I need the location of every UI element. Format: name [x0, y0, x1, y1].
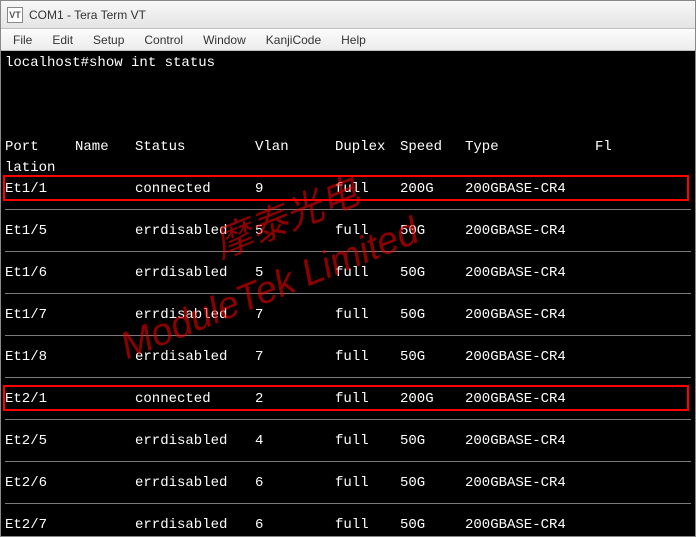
- row-separator: [5, 368, 691, 389]
- menu-help[interactable]: Help: [333, 31, 374, 49]
- table-row: Et2/1connected2full200G200GBASE-CR4: [5, 389, 691, 410]
- terminal-window: VT COM1 - Tera Term VT File Edit Setup C…: [0, 0, 696, 537]
- menubar: File Edit Setup Control Window KanjiCode…: [1, 29, 695, 51]
- titlebar[interactable]: VT COM1 - Tera Term VT: [1, 1, 695, 29]
- row-separator: [5, 200, 691, 221]
- table-row: Et2/6errdisabled6full50G200GBASE-CR4: [5, 473, 691, 494]
- menu-control[interactable]: Control: [136, 31, 191, 49]
- window-title: COM1 - Tera Term VT: [29, 8, 146, 22]
- terminal-header: PortNameStatusVlanDuplexSpeedTypeFl: [5, 137, 691, 158]
- table-row: Et2/5errdisabled4full50G200GBASE-CR4: [5, 431, 691, 452]
- table-row: Et1/7errdisabled7full50G200GBASE-CR4: [5, 305, 691, 326]
- menu-file[interactable]: File: [5, 31, 40, 49]
- row-separator: [5, 242, 691, 263]
- table-row: Et1/8errdisabled7full50G200GBASE-CR4: [5, 347, 691, 368]
- row-separator: [5, 494, 691, 515]
- command: show int status: [89, 55, 215, 71]
- terminal-header-wrap: lation: [5, 158, 691, 179]
- row-separator: [5, 326, 691, 347]
- menu-edit[interactable]: Edit: [44, 31, 81, 49]
- row-separator: [5, 284, 691, 305]
- menu-setup[interactable]: Setup: [85, 31, 132, 49]
- menu-window[interactable]: Window: [195, 31, 254, 49]
- row-separator: [5, 410, 691, 431]
- table-row: Et2/7errdisabled6full50G200GBASE-CR4: [5, 515, 691, 536]
- table-row: Et1/5errdisabled5full50G200GBASE-CR4: [5, 221, 691, 242]
- menu-kanjicode[interactable]: KanjiCode: [258, 31, 329, 49]
- terminal-command-line: localhost#show int status: [5, 53, 691, 74]
- app-icon: VT: [7, 7, 23, 23]
- table-row: Et1/1connected9full200G200GBASE-CR4: [5, 179, 691, 200]
- terminal-output[interactable]: localhost#show int status PortNameStatus…: [1, 51, 695, 536]
- table-row: Et1/6errdisabled5full50G200GBASE-CR4: [5, 263, 691, 284]
- row-separator: [5, 452, 691, 473]
- prompt: localhost#: [5, 55, 89, 71]
